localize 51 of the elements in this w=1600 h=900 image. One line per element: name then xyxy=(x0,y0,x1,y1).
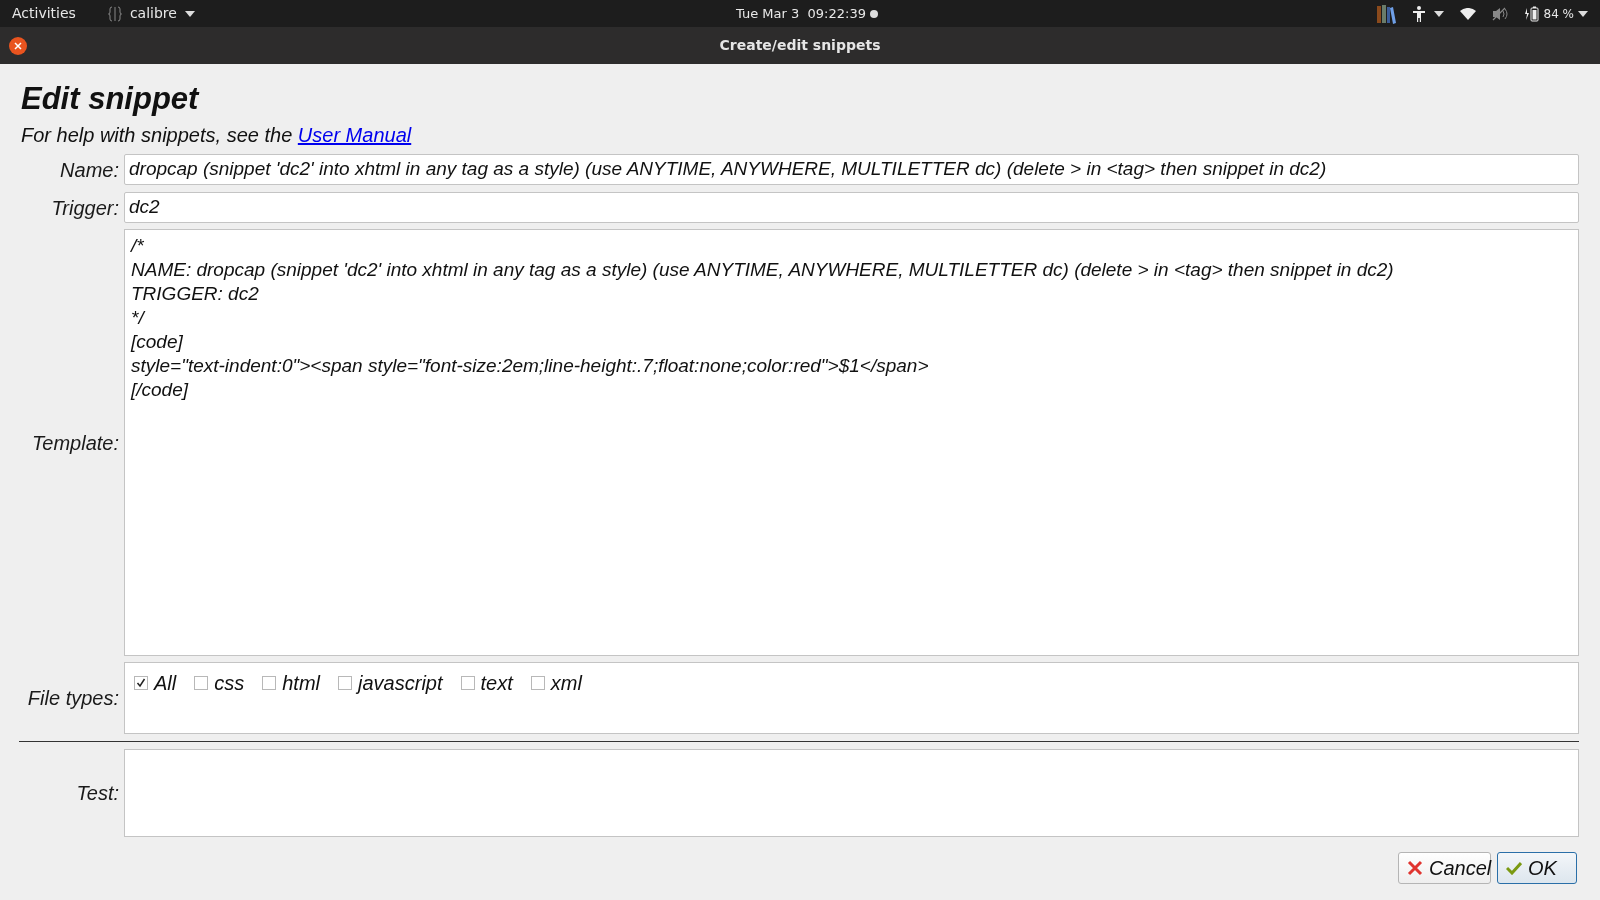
checkbox[interactable] xyxy=(262,676,277,690)
caret-icon xyxy=(1578,10,1588,17)
clock[interactable]: Tue Mar 3 09:22:39 xyxy=(736,3,866,24)
code-line: */ xyxy=(131,306,144,330)
dot-icon xyxy=(869,9,878,18)
activities-button[interactable]: Activities xyxy=(12,3,76,24)
app-menu[interactable]: calibre xyxy=(129,3,177,24)
wifi-icon[interactable] xyxy=(1459,7,1476,20)
battery-percent[interactable]: 84 % xyxy=(1543,4,1574,23)
trigger-field[interactable]: dc2 xyxy=(124,192,1579,223)
window-title: Create/edit snippets xyxy=(719,36,881,55)
code-line: TRIGGER: dc2 xyxy=(131,282,259,306)
braces-icon xyxy=(107,5,122,22)
field-label: Trigger: xyxy=(51,195,119,221)
field-label: Name: xyxy=(60,157,119,183)
checkbox[interactable] xyxy=(134,676,148,690)
checkbox[interactable] xyxy=(530,676,545,690)
test-field[interactable] xyxy=(124,749,1579,837)
checkbox-label[interactable]: html xyxy=(282,668,321,698)
code-line: style="text-indent:0"><span style="font-size:2em;line-height:.7;float:none;color:red">$1</span> xyxy=(131,354,929,378)
name-field[interactable]: dropcap (snippet 'dc2' into xhtml in any tag as a style) (use ANYTIME, ANYWHERE, MULTILETTER dc) (delete > in <tag> then snippet in dc2) xyxy=(124,154,1579,185)
field-label: Test: xyxy=(76,781,119,806)
close-icon xyxy=(14,41,22,50)
dialog-heading: Edit snippet xyxy=(21,80,201,118)
accessibility-icon[interactable] xyxy=(1411,5,1426,22)
checkbox[interactable] xyxy=(194,676,209,690)
user-manual-link[interactable]: User Manual xyxy=(297,124,412,146)
code-line: NAME: dropcap (snippet 'dc2' into xhtml in any tag as a style) (use ANYTIME, ANYWHERE, MULTILETTER dc) (delete > in <tag> then snippet in dc2) xyxy=(131,258,1394,282)
ok-button[interactable]: OK xyxy=(1497,852,1577,884)
close-icon xyxy=(1407,860,1423,876)
checkmark-icon xyxy=(1506,861,1522,875)
caret-icon xyxy=(1433,10,1444,17)
checkbox-label[interactable]: All xyxy=(154,668,177,698)
books-icon[interactable] xyxy=(1375,3,1396,24)
checkbox-label[interactable]: css xyxy=(214,668,245,698)
battery-icon[interactable] xyxy=(1523,5,1540,22)
caret-icon xyxy=(184,10,195,17)
cancel-button[interactable]: Cancel xyxy=(1398,852,1491,884)
muted-speaker-icon[interactable] xyxy=(1491,6,1508,21)
checkbox-label[interactable]: text xyxy=(480,668,513,698)
checkbox-label[interactable]: javascript xyxy=(358,668,443,698)
checkbox-label[interactable]: xml xyxy=(550,668,582,698)
checkbox[interactable] xyxy=(460,676,475,690)
field-label: File types: xyxy=(27,686,119,711)
code-line: [/code] xyxy=(131,378,189,402)
code-line: /* xyxy=(131,234,144,258)
checkbox[interactable] xyxy=(338,676,353,690)
code-line: [code] xyxy=(131,330,183,354)
close-button[interactable] xyxy=(9,36,27,55)
field-label: Template: xyxy=(31,430,119,456)
help-text: For help with snippets, see the User Manual xyxy=(21,123,413,148)
